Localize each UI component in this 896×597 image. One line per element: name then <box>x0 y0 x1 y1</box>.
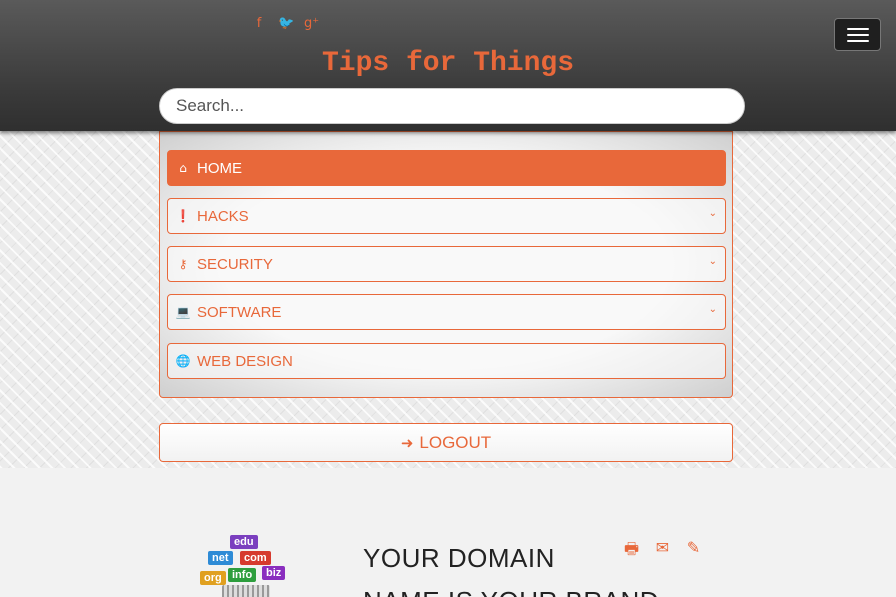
hamburger-icon <box>846 27 869 30</box>
hamburger-icon-bar <box>846 33 869 36</box>
chevron-down-icon[interactable]: ⌄ <box>709 304 717 315</box>
facebook-icon[interactable]: f <box>252 16 266 31</box>
article-thumbnail[interactable]: edu net com info biz org <box>198 533 294 597</box>
twitter-icon[interactable]: 🐦 <box>278 16 294 31</box>
nav-item-home[interactable]: ⌂ HOME <box>167 150 726 186</box>
arrow-right-icon: ➜ <box>400 433 414 452</box>
nav-menu: ⌂ HOME ❗ HACKS ⌄ ⚷ SECURITY ⌄ 💻 SOFTWARE… <box>159 131 733 398</box>
article-subtitle[interactable]: NAME IS YOUR BRAND <box>363 586 659 597</box>
hamburger-icon-bar <box>846 39 869 42</box>
search-input[interactable] <box>159 88 745 124</box>
site-title[interactable]: Tips for Things <box>0 48 896 79</box>
email-icon[interactable]: ✉ <box>653 538 672 565</box>
site-header: f 🐦 g⁺ Tips for Things <box>0 0 896 131</box>
logout-label: LOGOUT <box>419 432 492 452</box>
nav-item-label: SECURITY <box>197 255 273 273</box>
chevron-down-icon[interactable]: ⌄ <box>709 208 717 219</box>
nav-item-security[interactable]: ⚷ SECURITY ⌄ <box>167 246 726 282</box>
nav-item-label: HACKS <box>197 207 249 225</box>
social-links: f 🐦 g⁺ <box>252 16 319 31</box>
thumb-tag: biz <box>262 566 286 580</box>
google-plus-icon[interactable]: g⁺ <box>304 16 319 31</box>
thumb-tag: info <box>228 568 257 582</box>
thumb-tag: edu <box>230 535 258 549</box>
globe-icon: 🌐 <box>175 354 191 368</box>
home-icon: ⌂ <box>179 161 187 175</box>
exclamation-circle-icon: ❗ <box>175 209 191 223</box>
nav-item-web-design[interactable]: 🌐 WEB DESIGN <box>167 343 726 379</box>
nav-item-hacks[interactable]: ❗ HACKS ⌄ <box>167 198 726 234</box>
basket-graphic <box>222 585 270 597</box>
menu-toggle-button[interactable] <box>834 18 881 51</box>
thumb-tag: org <box>200 571 226 585</box>
nav-item-label: SOFTWARE <box>197 303 282 321</box>
nav-item-software[interactable]: 💻 SOFTWARE ⌄ <box>167 294 726 330</box>
logout-button[interactable]: ➜ LOGOUT <box>159 423 733 462</box>
thumb-tag: com <box>240 551 271 565</box>
print-icon[interactable]: 🖶 <box>622 538 641 565</box>
key-icon: ⚷ <box>178 257 188 271</box>
thumb-tag: net <box>208 551 233 565</box>
article-title[interactable]: YOUR DOMAIN <box>363 543 555 574</box>
laptop-icon: 💻 <box>175 305 191 319</box>
chevron-down-icon[interactable]: ⌄ <box>709 256 717 267</box>
nav-item-label: HOME <box>197 159 242 177</box>
nav-item-label: WEB DESIGN <box>197 352 293 370</box>
article-actions: 🖶 ✉ ✎ <box>622 538 703 565</box>
edit-icon[interactable]: ✎ <box>684 538 703 565</box>
